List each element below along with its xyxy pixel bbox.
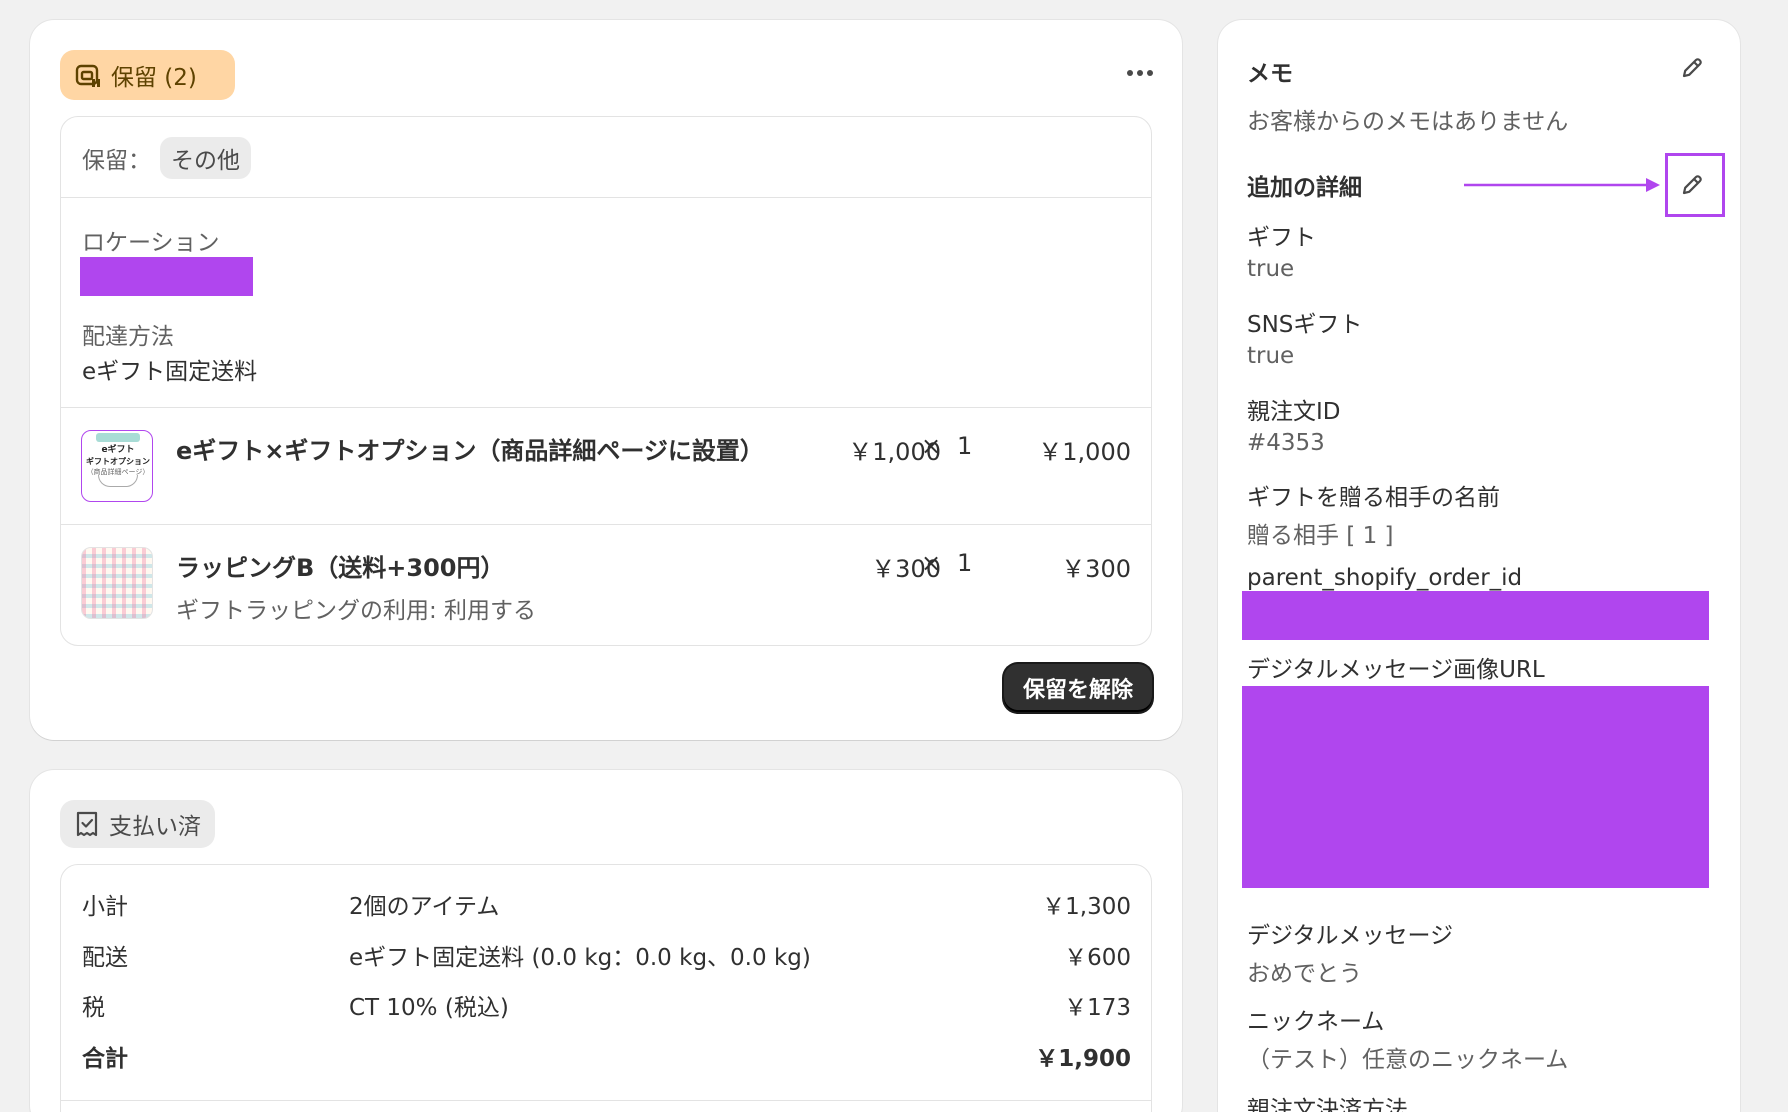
line-item-unit-price: ￥300 (871, 555, 941, 583)
thumb-text: ギフトオプション (86, 457, 150, 466)
detail-label: 親注文ID (1247, 399, 1341, 425)
line-item-total: ￥1,000 (1038, 438, 1131, 466)
line-item: ラッピングB（送料+300円） ギフトラッピングの利用: 利用する ￥300 ×… (61, 525, 1151, 645)
summary-row-label: 税 (82, 995, 105, 1021)
hold-card: 保留 (2) 保留： その他 ロケーション 配達方法 eギフト固定送料 eギフト… (30, 20, 1182, 740)
detail-value: true (1247, 256, 1295, 282)
detail-label: デジタルメッセージ画像URL (1247, 657, 1545, 683)
location-label: ロケーション (82, 230, 220, 256)
hold-reason-label: 保留： (82, 148, 151, 174)
edit-memo-button[interactable] (1674, 50, 1710, 86)
detail-label: 親注文決済方法 (1247, 1097, 1408, 1112)
location-redaction (80, 257, 253, 296)
receipt-check-icon (74, 810, 100, 838)
memo-text: お客様からのメモはありません (1247, 109, 1569, 135)
summary-row-amount: ￥600 (1064, 945, 1131, 971)
summary-row-label: 小計 (82, 894, 128, 920)
hold-badge-label: 保留 (2) (111, 65, 197, 91)
details-title: 追加の詳細 (1247, 175, 1362, 201)
line-item-qty: 1 (957, 432, 973, 460)
divider (61, 1100, 1151, 1101)
detail-value: （テスト）任意のニックネーム (1247, 1047, 1569, 1073)
delivery-method-value: eギフト固定送料 (82, 359, 258, 385)
payment-summary-box: 小計 2個のアイテム ￥1,300 配送 eギフト固定送料 (0.0 kg：0.… (60, 864, 1152, 1112)
detail-label: parent_shopify_order_id (1247, 565, 1523, 591)
line-item-qty: 1 (957, 549, 973, 577)
hold-details-box: 保留： その他 ロケーション 配達方法 eギフト固定送料 eギフト ギフトオプシ… (60, 116, 1152, 646)
divider (61, 197, 1151, 198)
summary-total-label: 合計 (82, 1046, 128, 1072)
pencil-icon (1682, 58, 1702, 78)
detail-value: おめでとう (1247, 961, 1362, 987)
detail-label: ギフト (1247, 225, 1316, 251)
paid-badge-label: 支払い済 (109, 814, 201, 840)
line-item-title[interactable]: eギフト×ギフトオプション（商品詳細ページに設置） (176, 431, 764, 466)
product-thumbnail[interactable] (81, 547, 153, 619)
delivery-method-label: 配達方法 (82, 324, 174, 350)
summary-row-label: 配送 (82, 945, 128, 971)
detail-label: ギフトを贈る相手の名前 (1247, 485, 1500, 511)
summary-row-amount: ￥173 (1064, 995, 1131, 1021)
summary-row-amount: ￥1,300 (1042, 894, 1131, 920)
hold-icon (74, 61, 102, 89)
more-actions-button[interactable] (1122, 60, 1162, 86)
line-item-title[interactable]: ラッピングB（送料+300円） (176, 548, 505, 583)
pencil-icon (1682, 175, 1702, 195)
line-item-subtitle: ギフトラッピングの利用: 利用する (176, 598, 537, 624)
detail-value: 贈る相手 [ 1 ] (1247, 523, 1394, 549)
line-item: eギフト ギフトオプション （商品詳細ページ） eギフト×ギフトオプション（商品… (61, 408, 1151, 523)
hold-status-badge: 保留 (2) (60, 50, 235, 100)
paid-status-badge: 支払い済 (60, 800, 215, 848)
annotation-arrow (1464, 175, 1664, 195)
detail-label: デジタルメッセージ (1247, 923, 1454, 949)
thumb-text: eギフト (101, 445, 135, 455)
detail-label: SNSギフト (1247, 312, 1363, 338)
line-item-unit-price: ￥1,000 (848, 438, 941, 466)
payment-card: 支払い済 小計 2個のアイテム ￥1,300 配送 eギフト固定送料 (0.0 … (30, 770, 1182, 1112)
detail-value: true (1247, 343, 1295, 369)
detail-label: ニックネーム (1247, 1009, 1385, 1035)
product-thumbnail[interactable]: eギフト ギフトオプション （商品詳細ページ） (81, 430, 153, 502)
detail-value: #4353 (1247, 430, 1325, 456)
ellipsis-horizontal-icon (1127, 70, 1153, 76)
notes-details-card: メモ お客様からのメモはありません 追加の詳細 ギフト true SNSギフト … (1218, 20, 1740, 1112)
summary-row-desc: 2個のアイテム (349, 894, 500, 920)
parent-order-id-redaction (1242, 591, 1709, 640)
edit-details-button[interactable] (1674, 167, 1710, 203)
summary-row-desc: CT 10% (税込) (349, 995, 509, 1021)
summary-total-amount: ￥1,900 (1035, 1046, 1131, 1072)
release-hold-button[interactable]: 保留を解除 (1004, 664, 1152, 712)
line-item-times: × (921, 432, 942, 460)
line-item-total: ￥300 (1061, 555, 1131, 583)
message-image-url-redaction (1242, 686, 1709, 888)
summary-row-desc: eギフト固定送料 (0.0 kg：0.0 kg、0.0 kg) (349, 945, 811, 971)
hold-reason-tag: その他 (160, 137, 251, 179)
line-item-times: × (921, 549, 942, 577)
memo-title: メモ (1247, 61, 1293, 87)
